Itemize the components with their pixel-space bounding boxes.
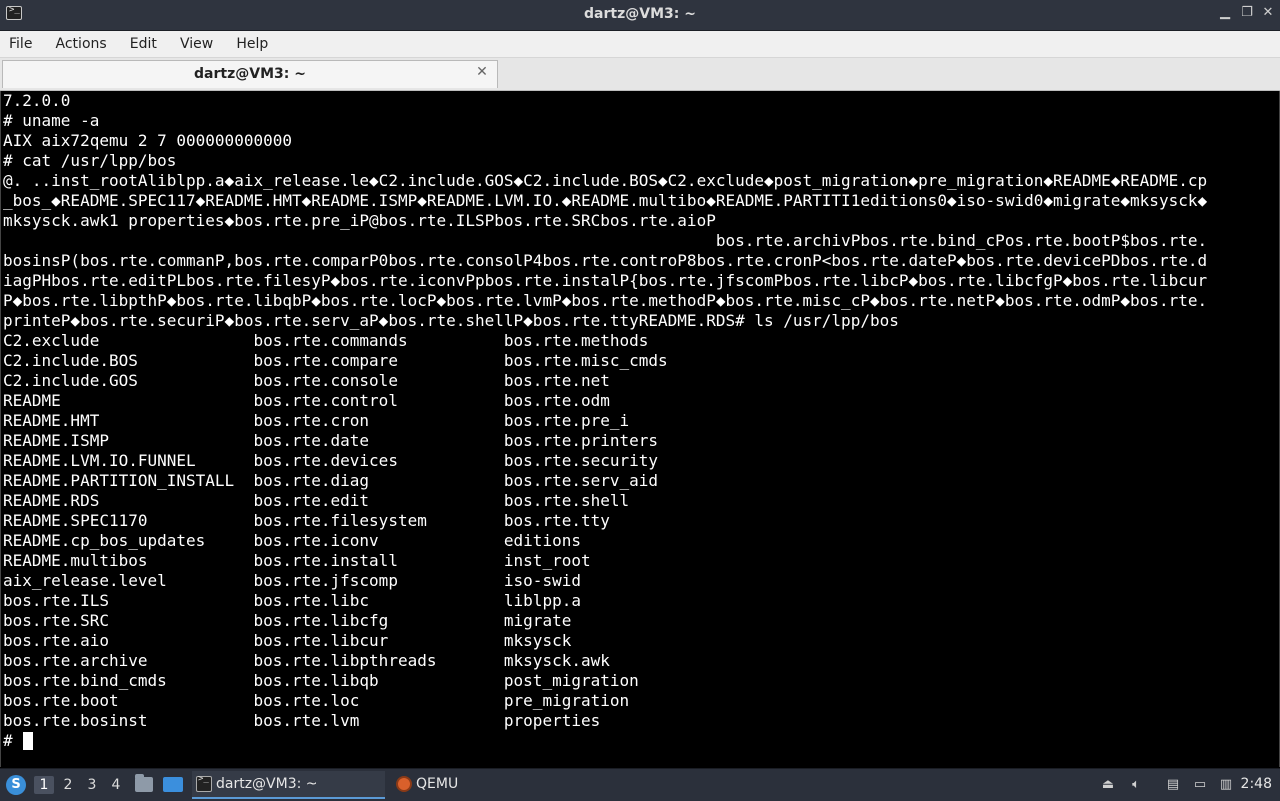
eject-icon[interactable]: ⏏ xyxy=(1100,777,1116,793)
tab-bar: dartz@VM3: ~ ✕ xyxy=(0,58,1280,91)
show-desktop-icon[interactable] xyxy=(163,777,183,792)
terminal-line: # cat /usr/lpp/bos xyxy=(3,151,177,170)
terminal-line: bos.rte.boot bos.rte.loc pre_migration xyxy=(3,691,630,710)
window-title: dartz@VM3: ~ xyxy=(584,6,696,22)
close-window-button[interactable]: ✕ xyxy=(1261,6,1275,20)
terminal-line: bosinsP(bos.rte.commanP,bos.rte.comparP0… xyxy=(3,251,1208,270)
maximize-button[interactable]: ❐ xyxy=(1240,6,1254,20)
display-icon[interactable]: ▭ xyxy=(1192,777,1208,793)
terminal-line: bos.rte.bosinst bos.rte.lvm properties xyxy=(3,711,601,730)
terminal-line: README.SPEC1170 bos.rte.filesystem bos.r… xyxy=(3,511,610,530)
terminal-line: P◆bos.rte.libpthP◆bos.rte.libqbP◆bos.rte… xyxy=(3,291,1208,310)
terminal-line: printeP◆bos.rte.securiP◆bos.rte.serv_aP◆… xyxy=(3,311,899,330)
terminal-icon: >_ xyxy=(196,774,212,792)
task-label: dartz@VM3: ~ xyxy=(216,776,318,792)
terminal-line: bos.rte.SRC bos.rte.libcfg migrate xyxy=(3,611,572,630)
text-cursor xyxy=(23,732,33,750)
network-icon[interactable]: ▥ xyxy=(1218,777,1234,793)
terminal-line: README bos.rte.control bos.rte.odm xyxy=(3,391,610,410)
terminal-line: _bos_◆README.SPEC117◆README.HMT◆README.I… xyxy=(3,191,1208,210)
workspace-1[interactable]: 1 xyxy=(34,776,54,794)
terminal-line: 7.2.0.0 xyxy=(3,91,71,110)
terminal-output[interactable]: 7.2.0.0 # uname -a AIX aix72qemu 2 7 000… xyxy=(0,91,1280,767)
volume-icon[interactable]: 🔈︎ xyxy=(1128,777,1144,793)
terminal-line: mksysck.awk1 properties◆bos.rte.pre_iP@b… xyxy=(3,211,716,230)
terminal-line: README.PARTITION_INSTALL bos.rte.diag bo… xyxy=(3,471,659,490)
terminal-line: bos.rte.bind_cmds bos.rte.libqb post_mig… xyxy=(3,671,639,690)
window-titlebar: >_ dartz@VM3: ~ ▁ ❐ ✕ xyxy=(0,0,1280,31)
terminal-line: bos.rte.archive bos.rte.libpthreads mksy… xyxy=(3,651,610,670)
terminal-line: aix_release.level bos.rte.jfscomp iso-sw… xyxy=(3,571,581,590)
terminal-line: README.RDS bos.rte.edit bos.rte.shell xyxy=(3,491,630,510)
minimize-button[interactable]: ▁ xyxy=(1218,6,1232,20)
terminal-line: README.cp_bos_updates bos.rte.iconv edit… xyxy=(3,531,581,550)
menu-help[interactable]: Help xyxy=(227,31,277,54)
terminal-line: C2.include.BOS bos.rte.compare bos.rte.m… xyxy=(3,351,668,370)
workspace-4[interactable]: 4 xyxy=(106,776,126,794)
workspace-3[interactable]: 3 xyxy=(82,776,102,794)
terminal-text: 7.2.0.0 # uname -a AIX aix72qemu 2 7 000… xyxy=(3,91,1207,731)
terminal-prompt: # xyxy=(3,731,13,750)
file-manager-icon[interactable] xyxy=(135,774,153,792)
start-menu-icon[interactable]: S xyxy=(6,775,26,795)
taskbar-task-qemu[interactable]: QEMU xyxy=(392,771,512,799)
tab-label: dartz@VM3: ~ xyxy=(194,66,306,82)
terminal-line: iagPHbos.rte.editPLbos.rte.filesyP◆bos.r… xyxy=(3,271,1208,290)
menu-bar: File Actions Edit View Help xyxy=(0,31,1280,58)
taskbar: S 1 2 3 4 >_ dartz@VM3: ~ QEMU ⏏ 🔈︎ ▤ ▭ … xyxy=(0,768,1280,801)
menu-file[interactable]: File xyxy=(0,31,41,54)
terminal-line: README.LVM.IO.FUNNEL bos.rte.devices bos… xyxy=(3,451,659,470)
terminal-line: @. ..inst_rootAliblpp.a◆aix_release.le◆C… xyxy=(3,171,1208,190)
workspace-2[interactable]: 2 xyxy=(58,776,78,794)
tab-terminal[interactable]: dartz@VM3: ~ ✕ xyxy=(2,60,498,88)
terminal-line: C2.exclude bos.rte.commands bos.rte.meth… xyxy=(3,331,649,350)
taskbar-task-terminal[interactable]: >_ dartz@VM3: ~ xyxy=(192,771,385,799)
clock: 2:48 xyxy=(1240,776,1272,792)
menu-view[interactable]: View xyxy=(171,31,222,54)
terminal-line: # uname -a xyxy=(3,111,100,130)
task-label: QEMU xyxy=(416,776,459,792)
terminal-line: bos.rte.ILS bos.rte.libc liblpp.a xyxy=(3,591,581,610)
menu-edit[interactable]: Edit xyxy=(121,31,166,54)
terminal-line: bos.rte.archivPbos.rte.bind_cPos.rte.boo… xyxy=(3,231,1208,250)
terminal-line: C2.include.GOS bos.rte.console bos.rte.n… xyxy=(3,371,610,390)
close-icon[interactable]: ✕ xyxy=(475,65,489,79)
terminal-line: README.HMT bos.rte.cron bos.rte.pre_i xyxy=(3,411,630,430)
qemu-icon xyxy=(396,776,412,792)
clipboard-icon[interactable]: ▤ xyxy=(1165,777,1181,793)
menu-actions[interactable]: Actions xyxy=(47,31,116,54)
terminal-line: AIX aix72qemu 2 7 000000000000 xyxy=(3,131,292,150)
terminal-line: README.multibos bos.rte.install inst_roo… xyxy=(3,551,591,570)
terminal-line: README.ISMP bos.rte.date bos.rte.printer… xyxy=(3,431,659,450)
terminal-line: bos.rte.aio bos.rte.libcur mksysck xyxy=(3,631,572,650)
